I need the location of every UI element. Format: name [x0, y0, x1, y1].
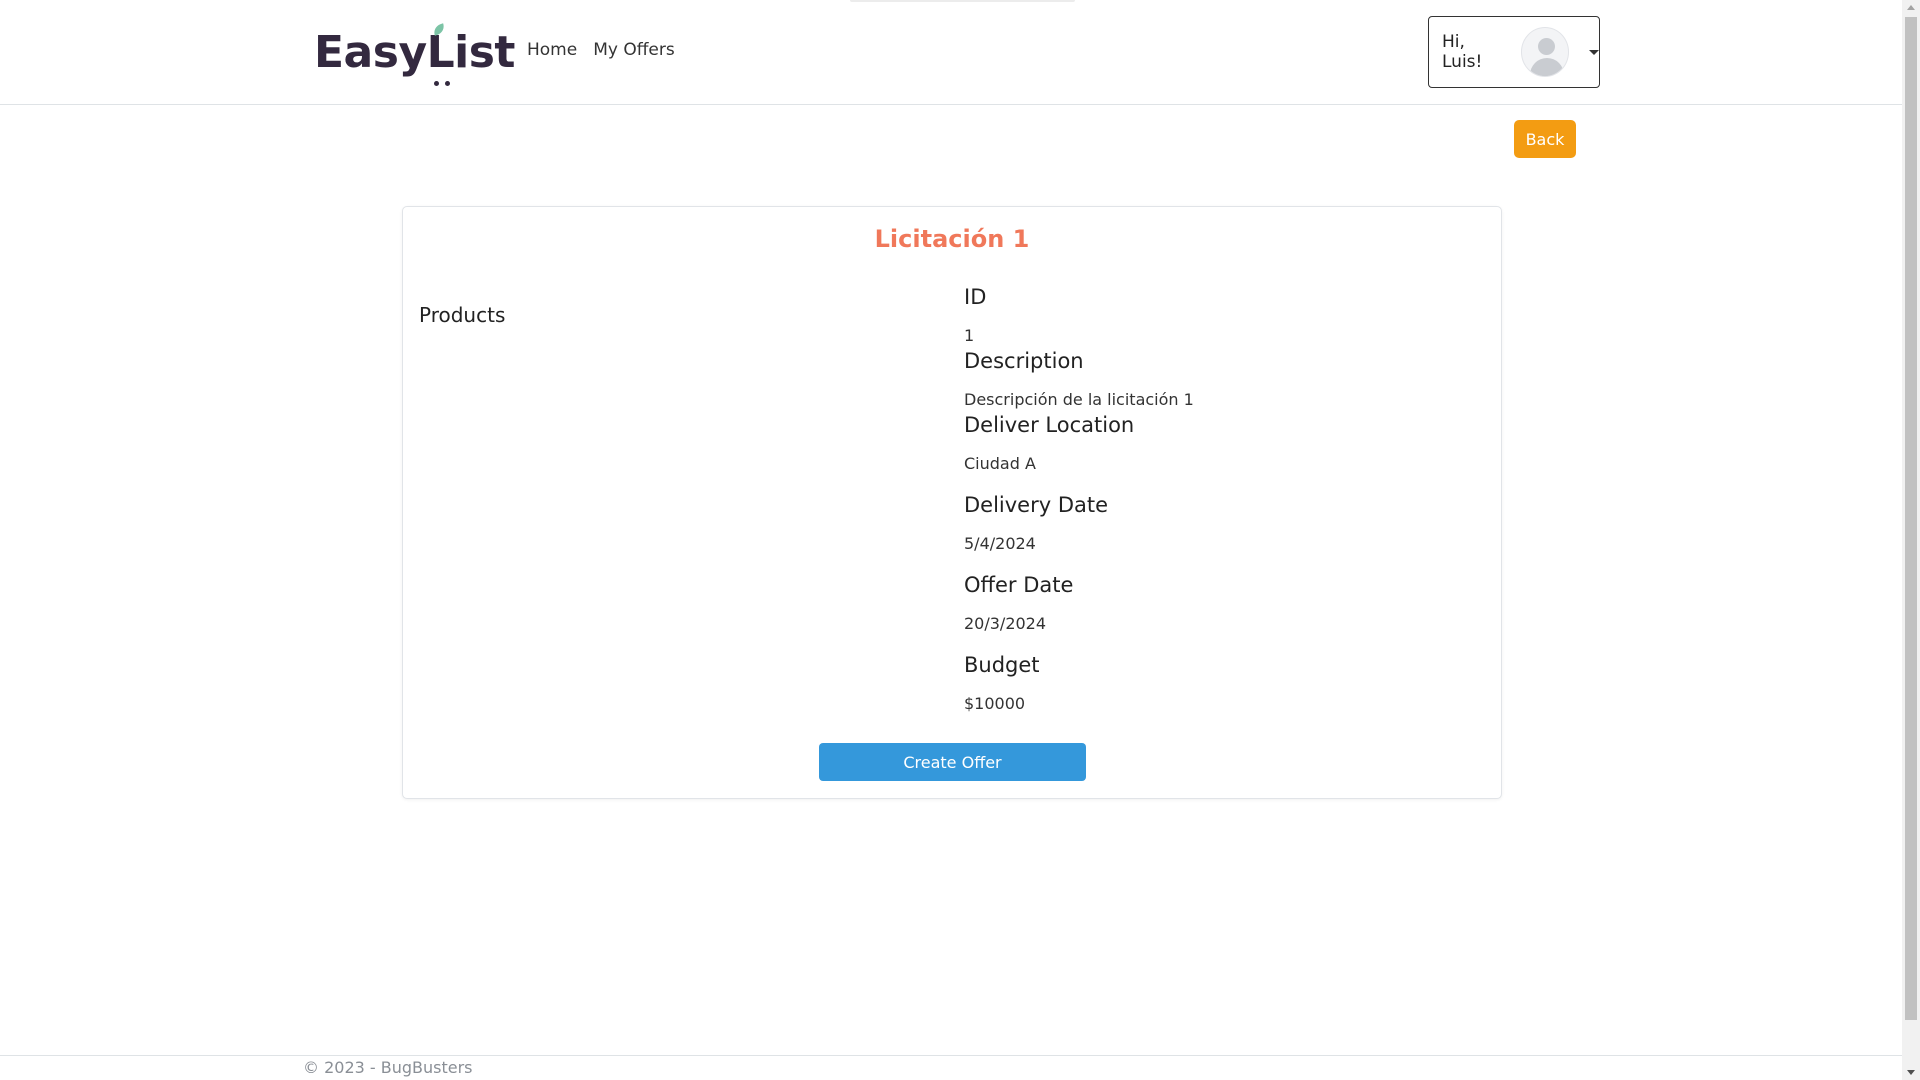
field-label-id: ID [964, 285, 987, 309]
avatar-body [1529, 58, 1564, 76]
main-nav: Home My Offers [527, 40, 675, 60]
brand-accent: List [426, 22, 516, 86]
field-value-id: 1 [964, 326, 975, 345]
nav-link-home[interactable]: Home [527, 40, 577, 60]
field-label-deliver-location: Deliver Location [964, 413, 1135, 437]
products-label: Products [419, 303, 506, 327]
footer-copyright: © 2023 - BugBusters [303, 1058, 473, 1077]
field-value-description: Descripción de la licitación 1 [964, 390, 1194, 409]
nav-decoration [850, 0, 1075, 2]
scrollbar-thumb[interactable] [1905, 17, 1917, 1020]
page: Easy List Home My Offers Hi, Luis! Back L… [0, 0, 1902, 1080]
scroll-up-arrow-icon[interactable] [1907, 5, 1915, 10]
field-label-delivery-date: Delivery Date [964, 493, 1109, 517]
field-value-deliver-location: Ciudad A [964, 454, 1036, 473]
back-button[interactable]: Back [1514, 120, 1576, 158]
avatar-head [1537, 38, 1555, 55]
vertical-scrollbar[interactable] [1902, 0, 1920, 1080]
tender-title: Licitación 1 [874, 225, 1030, 253]
user-menu-dropdown[interactable]: Hi, Luis! [1428, 16, 1600, 88]
brand-text-part2: List [426, 26, 516, 78]
scroll-down-arrow-icon[interactable] [1907, 1070, 1915, 1075]
field-value-budget: $10000 [964, 694, 1026, 713]
nav-link-my-offers[interactable]: My Offers [593, 40, 675, 60]
field-value-delivery-date: 5/4/2024 [964, 534, 1036, 553]
user-greeting: Hi, Luis! [1442, 32, 1483, 72]
tender-card: Licitación 1 Products ID 1 Description D… [402, 206, 1502, 799]
footer-divider [0, 1055, 1902, 1056]
cart-wheels-icon [431, 80, 453, 86]
field-label-offer-date: Offer Date [964, 573, 1074, 597]
brand-text-part1: Easy [314, 26, 427, 78]
avatar [1520, 27, 1569, 77]
brand-logo[interactable]: Easy List [314, 22, 516, 86]
field-label-description: Description [964, 349, 1084, 373]
caret-down-icon [1589, 49, 1599, 55]
field-label-budget: Budget [964, 653, 1040, 677]
create-offer-button[interactable]: Create Offer [819, 743, 1086, 781]
field-value-offer-date: 20/3/2024 [964, 614, 1047, 633]
top-navbar: Easy List Home My Offers Hi, Luis! [0, 0, 1902, 105]
